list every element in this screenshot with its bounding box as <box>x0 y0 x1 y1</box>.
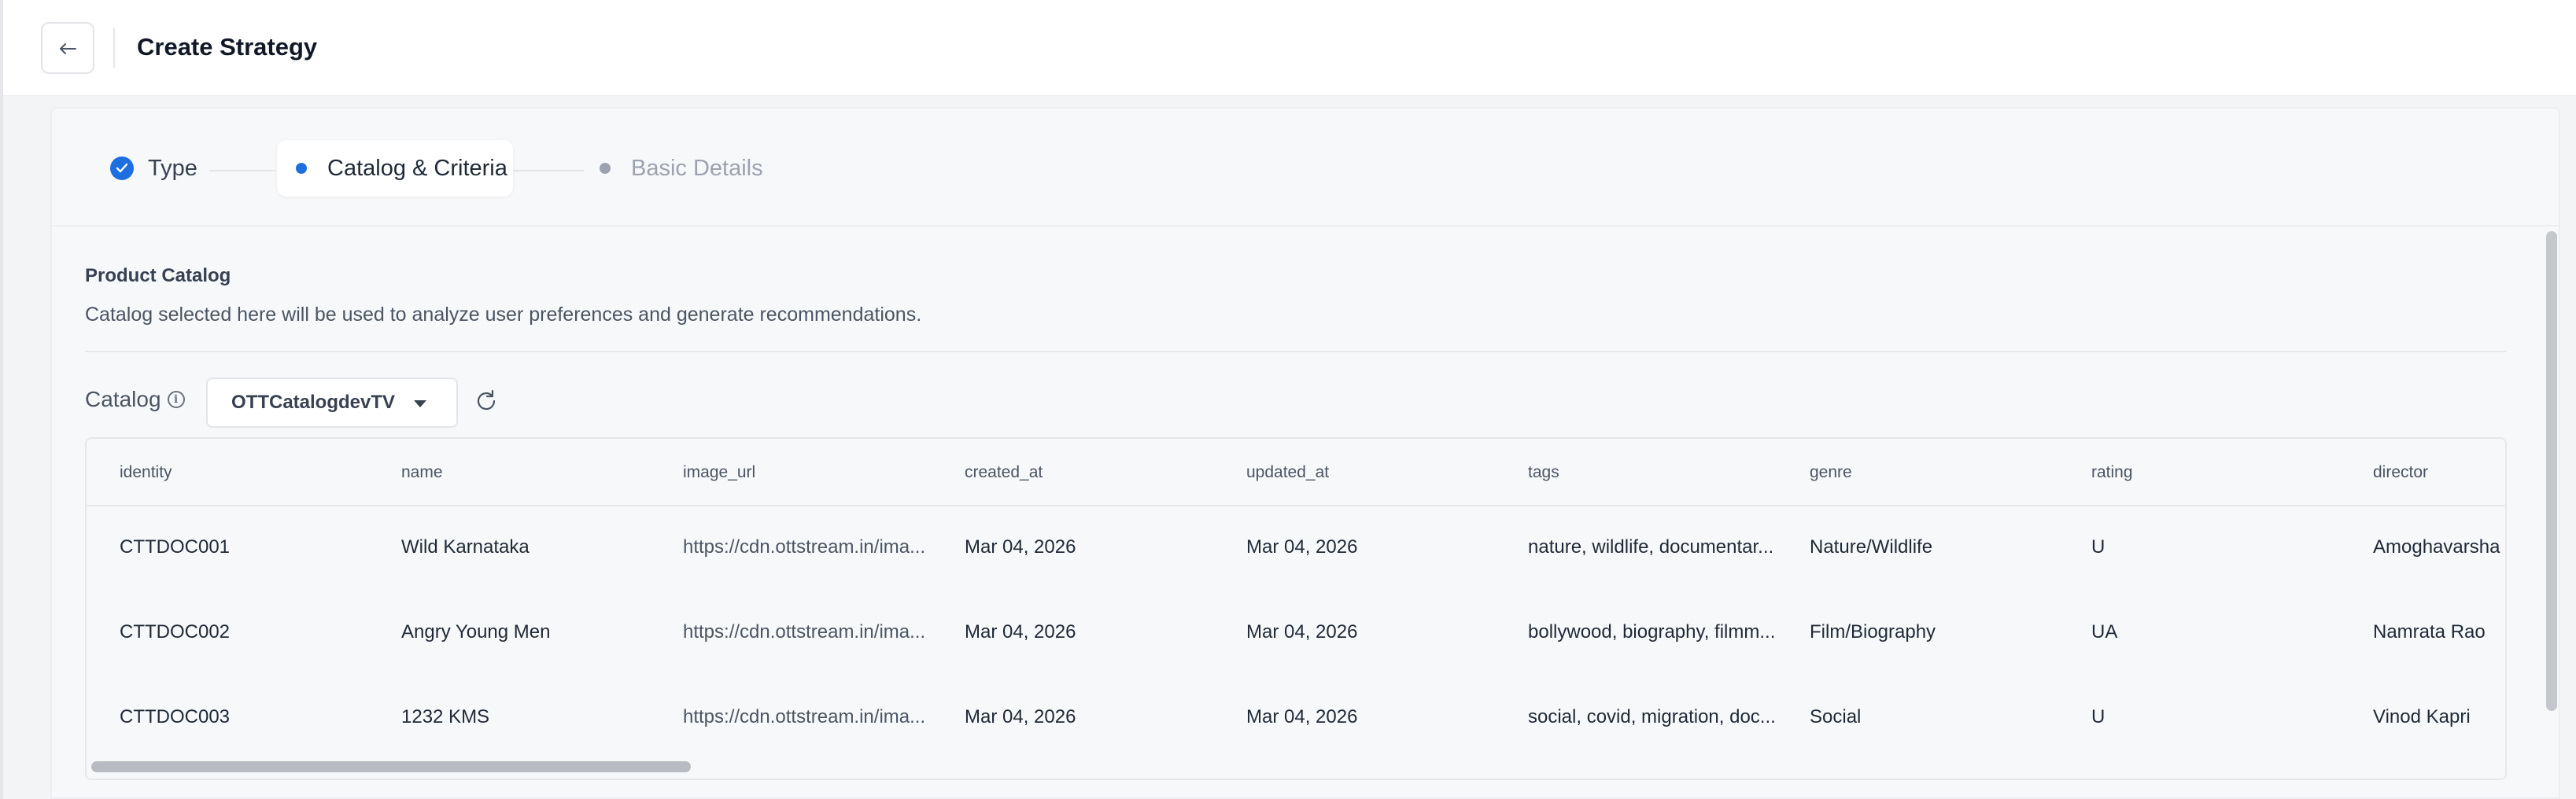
column-header[interactable]: genre <box>1810 461 2061 484</box>
horizontal-scrollbar[interactable] <box>87 757 2505 779</box>
table-cell: CTTDOC002 <box>120 621 231 643</box>
table-cell: 1232 KMS <box>401 706 490 727</box>
table-cell: U <box>2091 706 2105 727</box>
step-connector <box>209 170 275 171</box>
column-header[interactable]: identity <box>120 461 371 484</box>
column-header[interactable]: tags <box>1528 461 1780 484</box>
check-circle-icon <box>110 156 134 180</box>
table-cell: https://cdn.ottstream.in/ima... <box>683 621 926 643</box>
active-dot-icon <box>296 163 307 174</box>
table-cell: Mar 04, 2026 <box>965 536 1076 558</box>
catalog-table: identity name image_url created_at updat… <box>85 437 2507 780</box>
table-cell: https://cdn.ottstream.in/ima... <box>683 706 926 727</box>
table-row[interactable]: CTTDOC001 Wild Karnataka https://cdn.ott… <box>87 506 2505 591</box>
column-header[interactable]: updated_at <box>1246 461 1498 484</box>
table-row[interactable]: CTTDOC003 1232 KMS https://cdn.ottstream… <box>87 676 2505 761</box>
table-cell: Wild Karnataka <box>401 536 530 558</box>
step-basic-details[interactable]: Basic Details <box>600 153 763 184</box>
step-label: Type <box>148 156 197 181</box>
table-header: identity name image_url created_at updat… <box>87 439 2505 506</box>
table-cell: Mar 04, 2026 <box>1246 536 1358 558</box>
strategy-card: Type Catalog & Criteria Basic Details Pr… <box>50 107 2560 799</box>
page-title: Create Strategy <box>137 33 318 61</box>
step-label: Catalog & Criteria <box>327 156 507 181</box>
arrow-left-icon <box>59 36 76 61</box>
header-divider <box>113 28 115 68</box>
vertical-scrollbar-thumb[interactable] <box>2546 231 2557 711</box>
table-cell: bollywood, biography, filmm... <box>1528 621 1776 643</box>
column-header[interactable]: director <box>2373 461 2505 484</box>
horizontal-scrollbar-thumb[interactable] <box>91 761 691 772</box>
inactive-dot-icon <box>600 163 611 174</box>
caret-down-icon <box>414 400 426 407</box>
refresh-icon <box>474 388 499 418</box>
table-cell: Vinod Kapri <box>2373 706 2471 727</box>
page-header: Create Strategy <box>3 0 2576 96</box>
table-cell: Angry Young Men <box>401 621 551 643</box>
table-cell: Mar 04, 2026 <box>1246 706 1358 727</box>
table-cell: CTTDOC003 <box>120 706 231 727</box>
step-connector <box>513 170 584 171</box>
info-icon[interactable]: i <box>167 391 185 408</box>
catalog-label: Catalog i <box>85 384 185 415</box>
stepper: Type Catalog & Criteria Basic Details <box>52 109 2559 226</box>
table-cell: Mar 04, 2026 <box>965 621 1076 643</box>
column-header[interactable]: name <box>401 461 653 484</box>
catalog-label-text: Catalog <box>85 387 161 411</box>
section-title: Product Catalog <box>85 265 231 286</box>
table-cell: CTTDOC001 <box>120 536 231 558</box>
table-cell: Mar 04, 2026 <box>1246 621 1358 643</box>
section-divider <box>85 351 2507 352</box>
window-left-edge <box>0 0 3 799</box>
table-cell: nature, wildlife, documentar... <box>1528 536 1774 558</box>
table-cell: UA <box>2091 621 2118 643</box>
table-cell: Mar 04, 2026 <box>965 706 1076 727</box>
table-cell: social, covid, migration, doc... <box>1528 706 1776 727</box>
refresh-button[interactable] <box>472 388 500 417</box>
table-cell: Amoghavarsha <box>2373 536 2500 558</box>
back-button[interactable] <box>41 22 94 74</box>
table-cell: Nature/Wildlife <box>1810 536 1933 558</box>
table-cell: U <box>2091 536 2105 558</box>
column-header[interactable]: created_at <box>965 461 1216 484</box>
catalog-select[interactable]: OTTCatalogdevTV <box>206 377 458 428</box>
table-cell: Namrata Rao <box>2373 621 2486 643</box>
section-description: Catalog selected here will be used to an… <box>85 304 922 326</box>
step-type[interactable]: Type <box>110 153 197 184</box>
step-label: Basic Details <box>631 156 763 181</box>
table-cell: Film/Biography <box>1810 621 1936 643</box>
column-header[interactable]: image_url <box>683 461 935 484</box>
step-catalog-criteria[interactable]: Catalog & Criteria <box>277 140 513 197</box>
table-cell: Social <box>1810 706 1862 727</box>
column-header[interactable]: rating <box>2091 461 2343 484</box>
catalog-select-value: OTTCatalogdevTV <box>231 392 396 413</box>
table-cell: https://cdn.ottstream.in/ima... <box>683 536 926 558</box>
table-row[interactable]: CTTDOC002 Angry Young Men https://cdn.ot… <box>87 591 2505 676</box>
